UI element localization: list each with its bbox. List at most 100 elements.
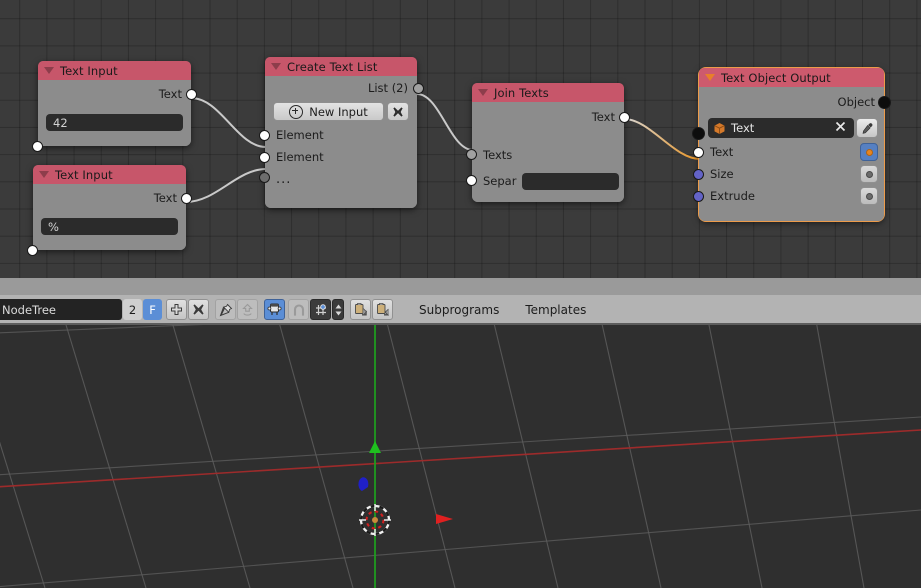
x-unlink-icon xyxy=(193,304,204,315)
node-tree-users-count[interactable]: 2 xyxy=(123,299,142,320)
node-title: Text Input xyxy=(55,167,113,182)
copy-icon xyxy=(355,303,368,316)
eyedropper-icon xyxy=(862,122,872,134)
input-label: Element xyxy=(276,150,324,164)
viewport-3d[interactable]: 42 % xyxy=(0,325,921,588)
mesh-object-icon xyxy=(714,122,725,134)
dot-icon xyxy=(865,148,873,156)
x-clear-icon[interactable] xyxy=(835,121,850,135)
new-node-tree-button[interactable] xyxy=(166,299,187,320)
plus-icon xyxy=(171,304,182,315)
3d-cursor xyxy=(359,504,391,536)
new-input-button[interactable]: New Input xyxy=(273,102,384,121)
text-value-field[interactable]: % xyxy=(41,218,178,235)
input-label: ... xyxy=(276,171,292,187)
collapse-triangle-icon[interactable] xyxy=(44,67,54,74)
axis-y-marker xyxy=(358,477,369,491)
input-row-text: Text xyxy=(693,141,884,163)
input-row-element-2: Element xyxy=(259,146,417,168)
viewport-grid-layer xyxy=(0,325,921,588)
input-socket-text[interactable] xyxy=(693,147,704,158)
output-socket-list[interactable] xyxy=(413,83,424,94)
node-text-input-1[interactable]: Text Input Text 42 xyxy=(32,61,197,152)
pin-button[interactable] xyxy=(215,299,236,320)
unlink-datablock-button[interactable] xyxy=(188,299,209,320)
input-socket-new[interactable] xyxy=(259,172,270,183)
output-socket-object[interactable] xyxy=(878,96,891,109)
output-row-text: Text xyxy=(33,184,192,212)
axis-x-arrow xyxy=(436,514,453,524)
snap-element-button[interactable] xyxy=(310,299,331,320)
output-label: List (2) xyxy=(367,81,408,95)
node-title: Text Object Output xyxy=(721,70,831,85)
input-label: Text xyxy=(710,145,734,159)
remove-x-icon xyxy=(393,106,403,117)
text-property-toggle[interactable] xyxy=(860,143,878,161)
input-socket-text[interactable] xyxy=(27,245,38,256)
output-label: Text xyxy=(591,110,615,124)
node-text-input-2[interactable]: Text Input Text % xyxy=(27,165,192,256)
updown-arrow-icon xyxy=(335,304,341,315)
node-header[interactable]: Text Input xyxy=(33,165,186,184)
extrude-property-toggle[interactable] xyxy=(860,187,878,205)
node-title: Join Texts xyxy=(494,85,549,100)
snap-magnet-button[interactable] xyxy=(288,299,309,320)
separator-value-field[interactable] xyxy=(522,172,620,190)
object-selector-field[interactable]: Text xyxy=(708,118,854,138)
node-editor-area[interactable]: Text Input Text 42 Text Input Text % Cre… xyxy=(0,0,921,278)
node-header[interactable]: Text Input xyxy=(38,61,191,80)
input-socket-separator[interactable] xyxy=(466,175,477,186)
go-to-parent-button[interactable] xyxy=(237,299,258,320)
axis-x-line xyxy=(0,429,921,488)
size-property-toggle[interactable] xyxy=(860,165,878,183)
text-value-field[interactable]: 42 xyxy=(46,114,183,131)
output-label: Text xyxy=(158,87,182,101)
eyedropper-button[interactable] xyxy=(856,118,878,138)
input-socket-extrude[interactable] xyxy=(693,191,704,202)
clear-inputs-button[interactable] xyxy=(387,102,409,121)
output-socket-text[interactable] xyxy=(186,89,197,100)
input-row-more: ... xyxy=(259,168,417,190)
menu-templates[interactable]: Templates xyxy=(525,303,586,317)
collapse-triangle-icon[interactable] xyxy=(271,63,281,70)
magnet-icon xyxy=(293,303,304,316)
input-socket-element-1[interactable] xyxy=(259,130,270,141)
input-row-element-1: Element xyxy=(259,124,417,146)
output-row-text: Text xyxy=(38,80,197,108)
input-socket-size[interactable] xyxy=(693,169,704,180)
collapse-triangle-icon[interactable] xyxy=(705,74,715,81)
blender-window: Text Input Text 42 Text Input Text % Cre… xyxy=(0,0,921,588)
new-input-button-label: New Input xyxy=(309,104,368,119)
input-label: Size xyxy=(710,167,734,181)
output-socket-text[interactable] xyxy=(181,193,192,204)
output-socket-text[interactable] xyxy=(619,112,630,123)
area-separator[interactable] xyxy=(0,278,921,295)
output-row-object: Object xyxy=(699,87,891,116)
copy-to-clipboard-button[interactable] xyxy=(350,299,371,320)
node-create-text-list[interactable]: Create Text List List (2) New Input Elem… xyxy=(259,57,424,208)
collapse-triangle-icon[interactable] xyxy=(39,171,49,178)
paste-from-clipboard-button[interactable] xyxy=(372,299,393,320)
input-label: Separ xyxy=(483,174,517,188)
snap-dropdown-button[interactable] xyxy=(332,299,344,320)
use-nodes-button[interactable] xyxy=(264,299,285,320)
node-tree-name-field[interactable]: NodeTree xyxy=(0,299,122,320)
input-socket-object[interactable] xyxy=(692,127,705,140)
node-header[interactable]: Join Texts xyxy=(472,83,624,102)
object-name-value: Text xyxy=(731,121,755,135)
node-editor-header[interactable]: NodeTree 2 F Subprograms Templates xyxy=(0,295,921,324)
node-icon xyxy=(267,303,282,315)
input-socket-texts[interactable] xyxy=(466,149,477,160)
input-row-texts: Texts xyxy=(466,141,624,169)
input-socket-element-2[interactable] xyxy=(259,152,270,163)
node-text-object-output[interactable]: Text Object Output Object Text Text Size… xyxy=(692,67,891,222)
plus-circle-icon xyxy=(289,104,304,119)
fake-user-toggle[interactable]: F xyxy=(143,299,162,320)
collapse-triangle-icon[interactable] xyxy=(478,89,488,96)
node-join-texts[interactable]: Join Texts Text Texts Separ xyxy=(466,83,630,202)
node-header[interactable]: Create Text List xyxy=(265,57,417,76)
input-socket-text[interactable] xyxy=(32,141,43,152)
menu-subprograms[interactable]: Subprograms xyxy=(419,303,499,317)
node-header[interactable]: Text Object Output xyxy=(699,68,884,87)
input-row-separator: Separ xyxy=(466,169,624,193)
